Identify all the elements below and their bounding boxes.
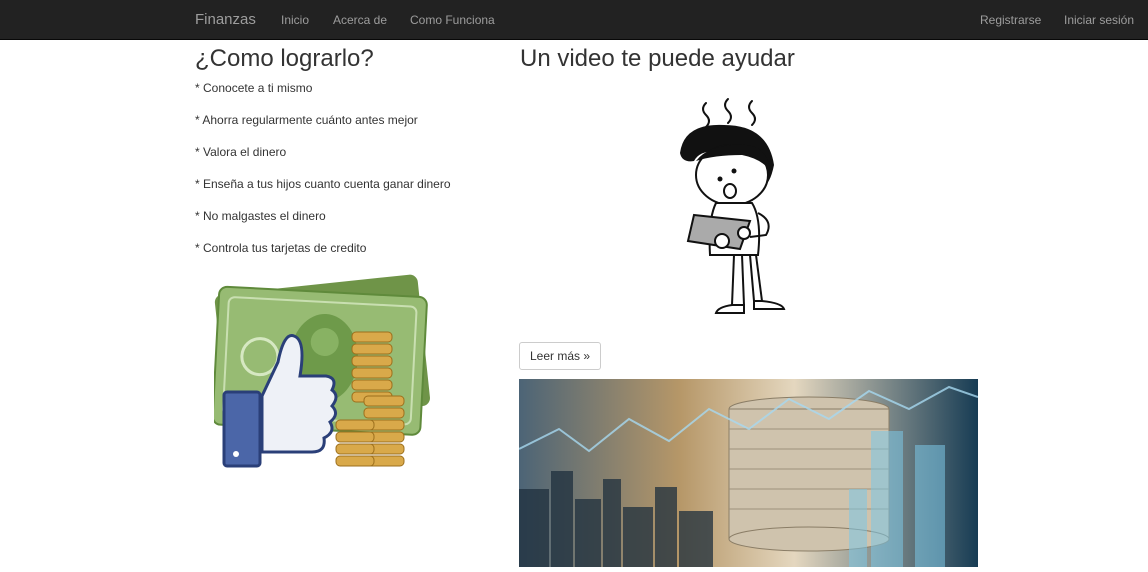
finance-coins-skyline-image bbox=[518, 379, 979, 567]
nav-link-acerca-de[interactable]: Acerca de bbox=[333, 13, 387, 27]
tip-item: * Conocete a ti mismo bbox=[195, 81, 313, 95]
navbar: Finanzas Inicio Acerca de Como Funciona … bbox=[0, 0, 1148, 40]
nav-link-inicio[interactable]: Inicio bbox=[281, 13, 309, 27]
nav-link-iniciar-sesion[interactable]: Iniciar sesión bbox=[1064, 13, 1134, 27]
tip-item: * Valora el dinero bbox=[195, 145, 287, 159]
section-title-como-lograrlo: ¿Como lograrlo? bbox=[195, 45, 374, 72]
read-more-button[interactable]: Leer más » bbox=[519, 342, 602, 370]
tips-list: * Conocete a ti mismo * Ahorra regularme… bbox=[195, 81, 495, 273]
left-column: ¿Como lograrlo? * Conocete a ti mismo * … bbox=[195, 44, 495, 273]
nav-link-como-funciona[interactable]: Como Funciona bbox=[410, 13, 495, 27]
section-title-video: Un video te puede ayudar bbox=[520, 45, 795, 72]
right-column: Un video te puede ayudar bbox=[520, 44, 980, 73]
navbar-brand[interactable]: Finanzas bbox=[195, 11, 256, 28]
money-thumbs-up-image bbox=[211, 266, 434, 481]
tip-item: * No malgastes el dinero bbox=[195, 209, 326, 223]
nav-link-registrarse[interactable]: Registrarse bbox=[980, 13, 1041, 27]
tip-item: * Enseña a tus hijos cuanto cuenta ganar… bbox=[195, 177, 451, 191]
tip-item: * Ahorra regularmente cuánto antes mejor bbox=[195, 113, 418, 127]
video-cartoon-image bbox=[670, 95, 800, 325]
